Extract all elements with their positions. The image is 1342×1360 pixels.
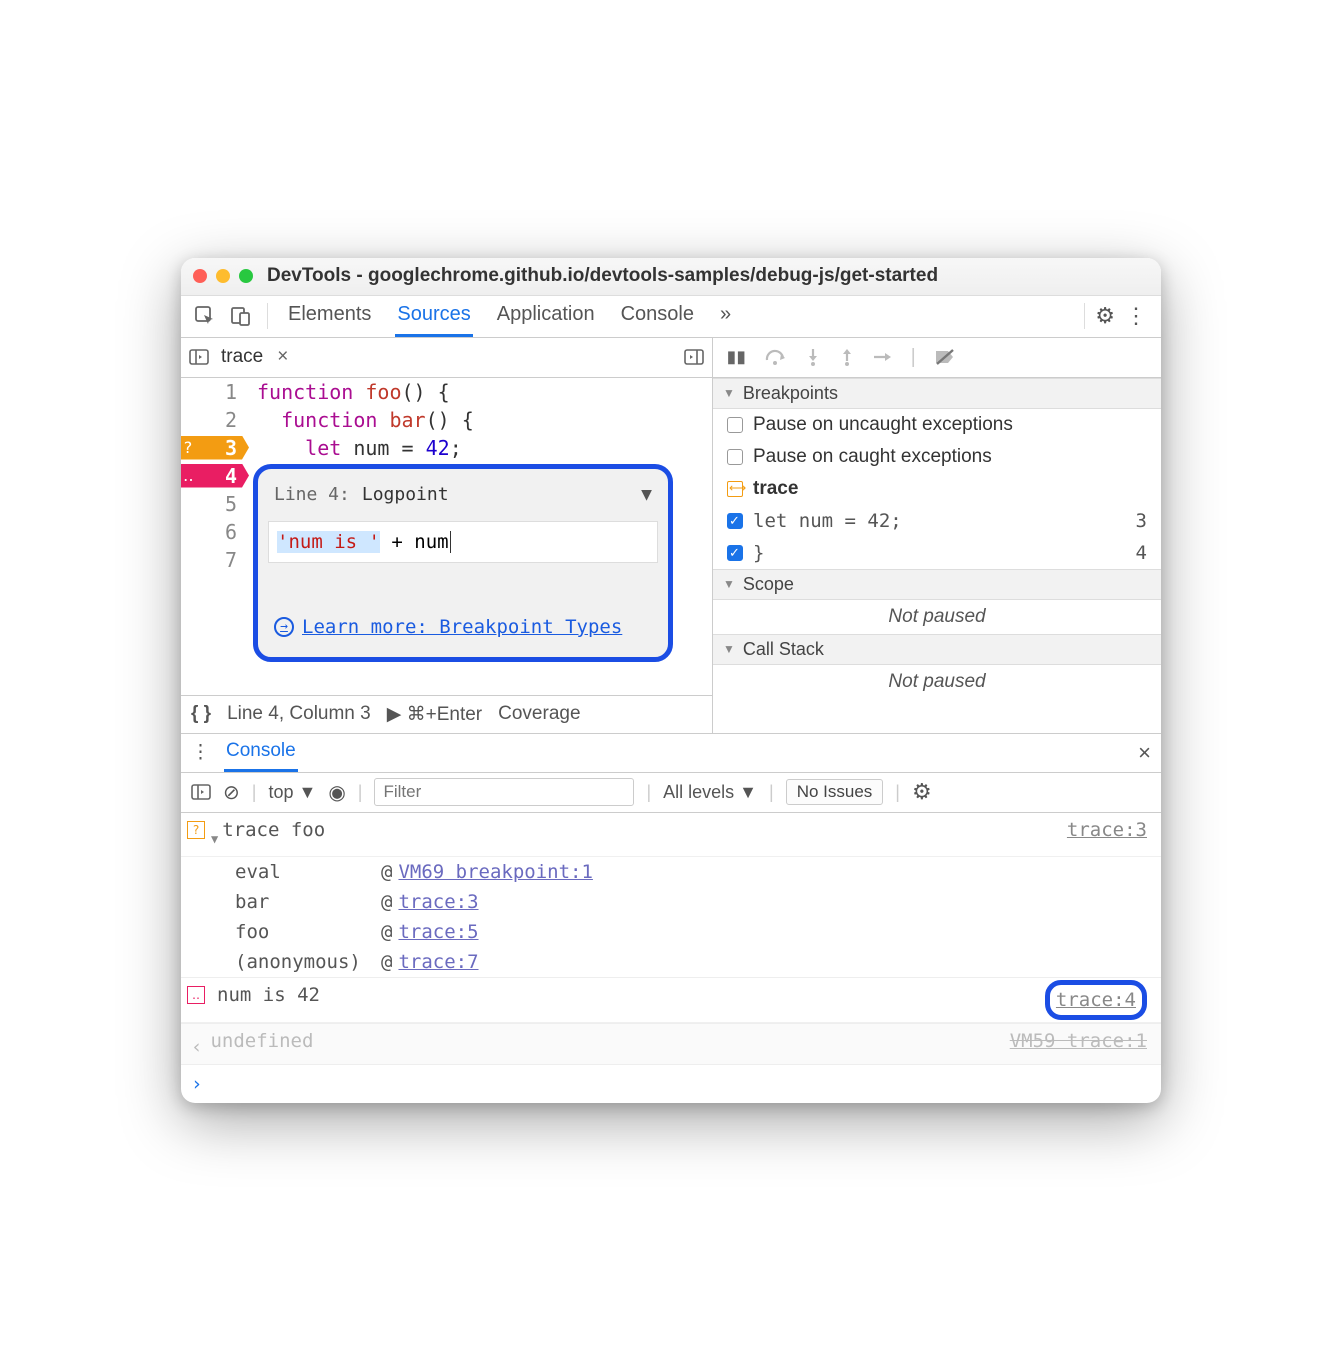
context-selector[interactable]: top ▼ (268, 782, 316, 803)
pause-uncaught-checkbox[interactable]: Pause on uncaught exceptions (713, 409, 1161, 441)
code-editor[interactable]: 1 2 3 4 5 6 7 function foo() { function … (181, 378, 712, 695)
line-number[interactable]: 7 (225, 548, 237, 572)
console-output: ? ▼ trace foo trace:3 eval@ VM69 breakpo… (181, 813, 1161, 1103)
console-prompt[interactable]: › (181, 1065, 1161, 1103)
callstack-section-header[interactable]: ▼Call Stack (713, 634, 1161, 665)
source-link[interactable]: trace:3 (1067, 815, 1147, 845)
minimize-window-icon[interactable] (216, 269, 230, 283)
console-toolbar: ⊘ | top ▼ ◉ | | All levels ▼ | No Issues… (181, 773, 1161, 813)
breakpoint-edit-popup: Line 4: Logpoint ▼ 'num is ' + num → Lea… (253, 464, 673, 662)
logpoint-expression-input[interactable]: 'num is ' + num (268, 521, 658, 563)
step-icon[interactable] (873, 350, 893, 364)
device-toolbar-icon[interactable] (225, 302, 257, 330)
titlebar: DevTools - googlechrome.github.io/devtoo… (181, 258, 1161, 296)
live-expression-icon[interactable]: ◉ (328, 780, 345, 805)
dropdown-caret-icon[interactable]: ▼ (641, 481, 652, 509)
log-levels-select[interactable]: All levels ▼ (663, 782, 757, 803)
issues-button[interactable]: No Issues (786, 779, 884, 805)
drawer-tabs: ⋮ Console × (181, 733, 1161, 773)
settings-icon[interactable]: ⚙ (1095, 303, 1115, 329)
editor-pane: trace × 1 2 3 4 5 6 7 function foo() { f… (181, 338, 713, 733)
close-drawer-icon[interactable]: × (1138, 740, 1151, 766)
tab-console[interactable]: Console (619, 295, 696, 337)
debugger-controls: ▮▮ | (713, 338, 1161, 378)
devtools-window: DevTools - googlechrome.github.io/devtoo… (181, 258, 1161, 1103)
line-number[interactable]: 5 (225, 492, 237, 516)
breakpoint-type-select[interactable]: Logpoint (362, 481, 449, 509)
breakpoint-item[interactable]: } 4 (713, 537, 1161, 569)
coverage-link[interactable]: Coverage (498, 703, 580, 725)
console-trace-row[interactable]: ? ▼ trace foo trace:3 (181, 813, 1161, 857)
sources-panel: trace × 1 2 3 4 5 6 7 function foo() { f… (181, 338, 1161, 733)
editor-tabs: trace × (181, 338, 712, 378)
breakpoints-section-header[interactable]: ▼Breakpoints (713, 378, 1161, 409)
close-window-icon[interactable] (193, 269, 207, 283)
highlighted-source-link[interactable]: trace:4 (1045, 980, 1147, 1020)
stack-frame[interactable]: (anonymous)@ trace:7 (235, 947, 1161, 977)
devtools-toolbar: Elements Sources Application Console » ⚙… (181, 296, 1161, 338)
line-number[interactable]: 6 (225, 520, 237, 544)
clear-console-icon[interactable]: ⊘ (223, 780, 240, 805)
file-tab[interactable]: trace (217, 344, 267, 370)
conditional-breakpoint-marker[interactable]: 3 (225, 436, 237, 460)
tab-elements[interactable]: Elements (286, 295, 373, 337)
inspect-element-icon[interactable] (189, 302, 221, 330)
window-title: DevTools - googlechrome.github.io/devtoo… (267, 265, 938, 287)
arrow-right-icon: → (274, 617, 294, 637)
tab-application[interactable]: Application (495, 295, 597, 337)
console-settings-icon[interactable]: ⚙ (912, 779, 932, 805)
file-badge-icon (727, 481, 743, 497)
editor-status-bar: { } Line 4, Column 3 ▶ ⌘+Enter Coverage (181, 695, 712, 733)
console-result-row: ‹ undefined VM59 trace:1 (181, 1023, 1161, 1065)
window-controls (193, 269, 253, 283)
console-sidebar-icon[interactable] (191, 783, 211, 801)
run-snippet-hint[interactable]: ▶ ⌘+Enter (387, 703, 482, 726)
pause-icon[interactable]: ▮▮ (727, 347, 747, 367)
tab-sources[interactable]: Sources (395, 295, 472, 337)
drawer-tab-console[interactable]: Console (224, 733, 298, 772)
stack-trace: eval@ VM69 breakpoint:1 bar@ trace:3 foo… (181, 857, 1161, 977)
logpoint-marker[interactable]: 4 (225, 464, 237, 488)
logpoint-badge-icon: ‥ (187, 986, 205, 1004)
navigator-toggle-icon[interactable] (189, 347, 209, 367)
callstack-empty: Not paused (713, 665, 1161, 699)
scope-empty: Not paused (713, 600, 1161, 634)
learn-more-link[interactable]: → Learn more: Breakpoint Types (274, 613, 652, 641)
console-log-row[interactable]: ‥ num is 42 trace:4 (181, 977, 1161, 1023)
line-number[interactable]: 1 (225, 380, 237, 404)
more-editor-icon[interactable] (684, 347, 704, 367)
scope-section-header[interactable]: ▼Scope (713, 569, 1161, 600)
breakpoint-group[interactable]: trace (713, 473, 1161, 505)
pretty-print-icon[interactable]: { } (191, 703, 211, 725)
more-tabs-icon[interactable]: » (718, 295, 733, 337)
step-out-icon[interactable] (839, 348, 855, 366)
line-gutter[interactable]: 1 2 3 4 5 6 7 (181, 378, 251, 695)
popup-line-label: Line 4: (274, 481, 350, 509)
drawer-menu-icon[interactable]: ⋮ (191, 741, 210, 764)
panel-tabs: Elements Sources Application Console » (286, 295, 733, 337)
trace-badge-icon: ? (187, 821, 205, 839)
deactivate-breakpoints-icon[interactable] (934, 348, 956, 366)
more-menu-icon[interactable]: ⋮ (1119, 303, 1153, 329)
filter-input[interactable] (374, 778, 634, 806)
stack-frame[interactable]: eval@ VM69 breakpoint:1 (235, 857, 1161, 887)
zoom-window-icon[interactable] (239, 269, 253, 283)
debugger-sidebar: ▮▮ | ▼Breakpoints Pause on uncaught exce… (713, 338, 1161, 733)
breakpoint-item[interactable]: let num = 42; 3 (713, 505, 1161, 537)
close-tab-icon[interactable]: × (277, 346, 288, 368)
line-number[interactable]: 2 (225, 408, 237, 432)
step-into-icon[interactable] (805, 348, 821, 366)
step-over-icon[interactable] (765, 348, 787, 366)
pause-caught-checkbox[interactable]: Pause on caught exceptions (713, 441, 1161, 473)
stack-frame[interactable]: bar@ trace:3 (235, 887, 1161, 917)
stack-frame[interactable]: foo@ trace:5 (235, 917, 1161, 947)
cursor-position: Line 4, Column 3 (227, 703, 371, 725)
